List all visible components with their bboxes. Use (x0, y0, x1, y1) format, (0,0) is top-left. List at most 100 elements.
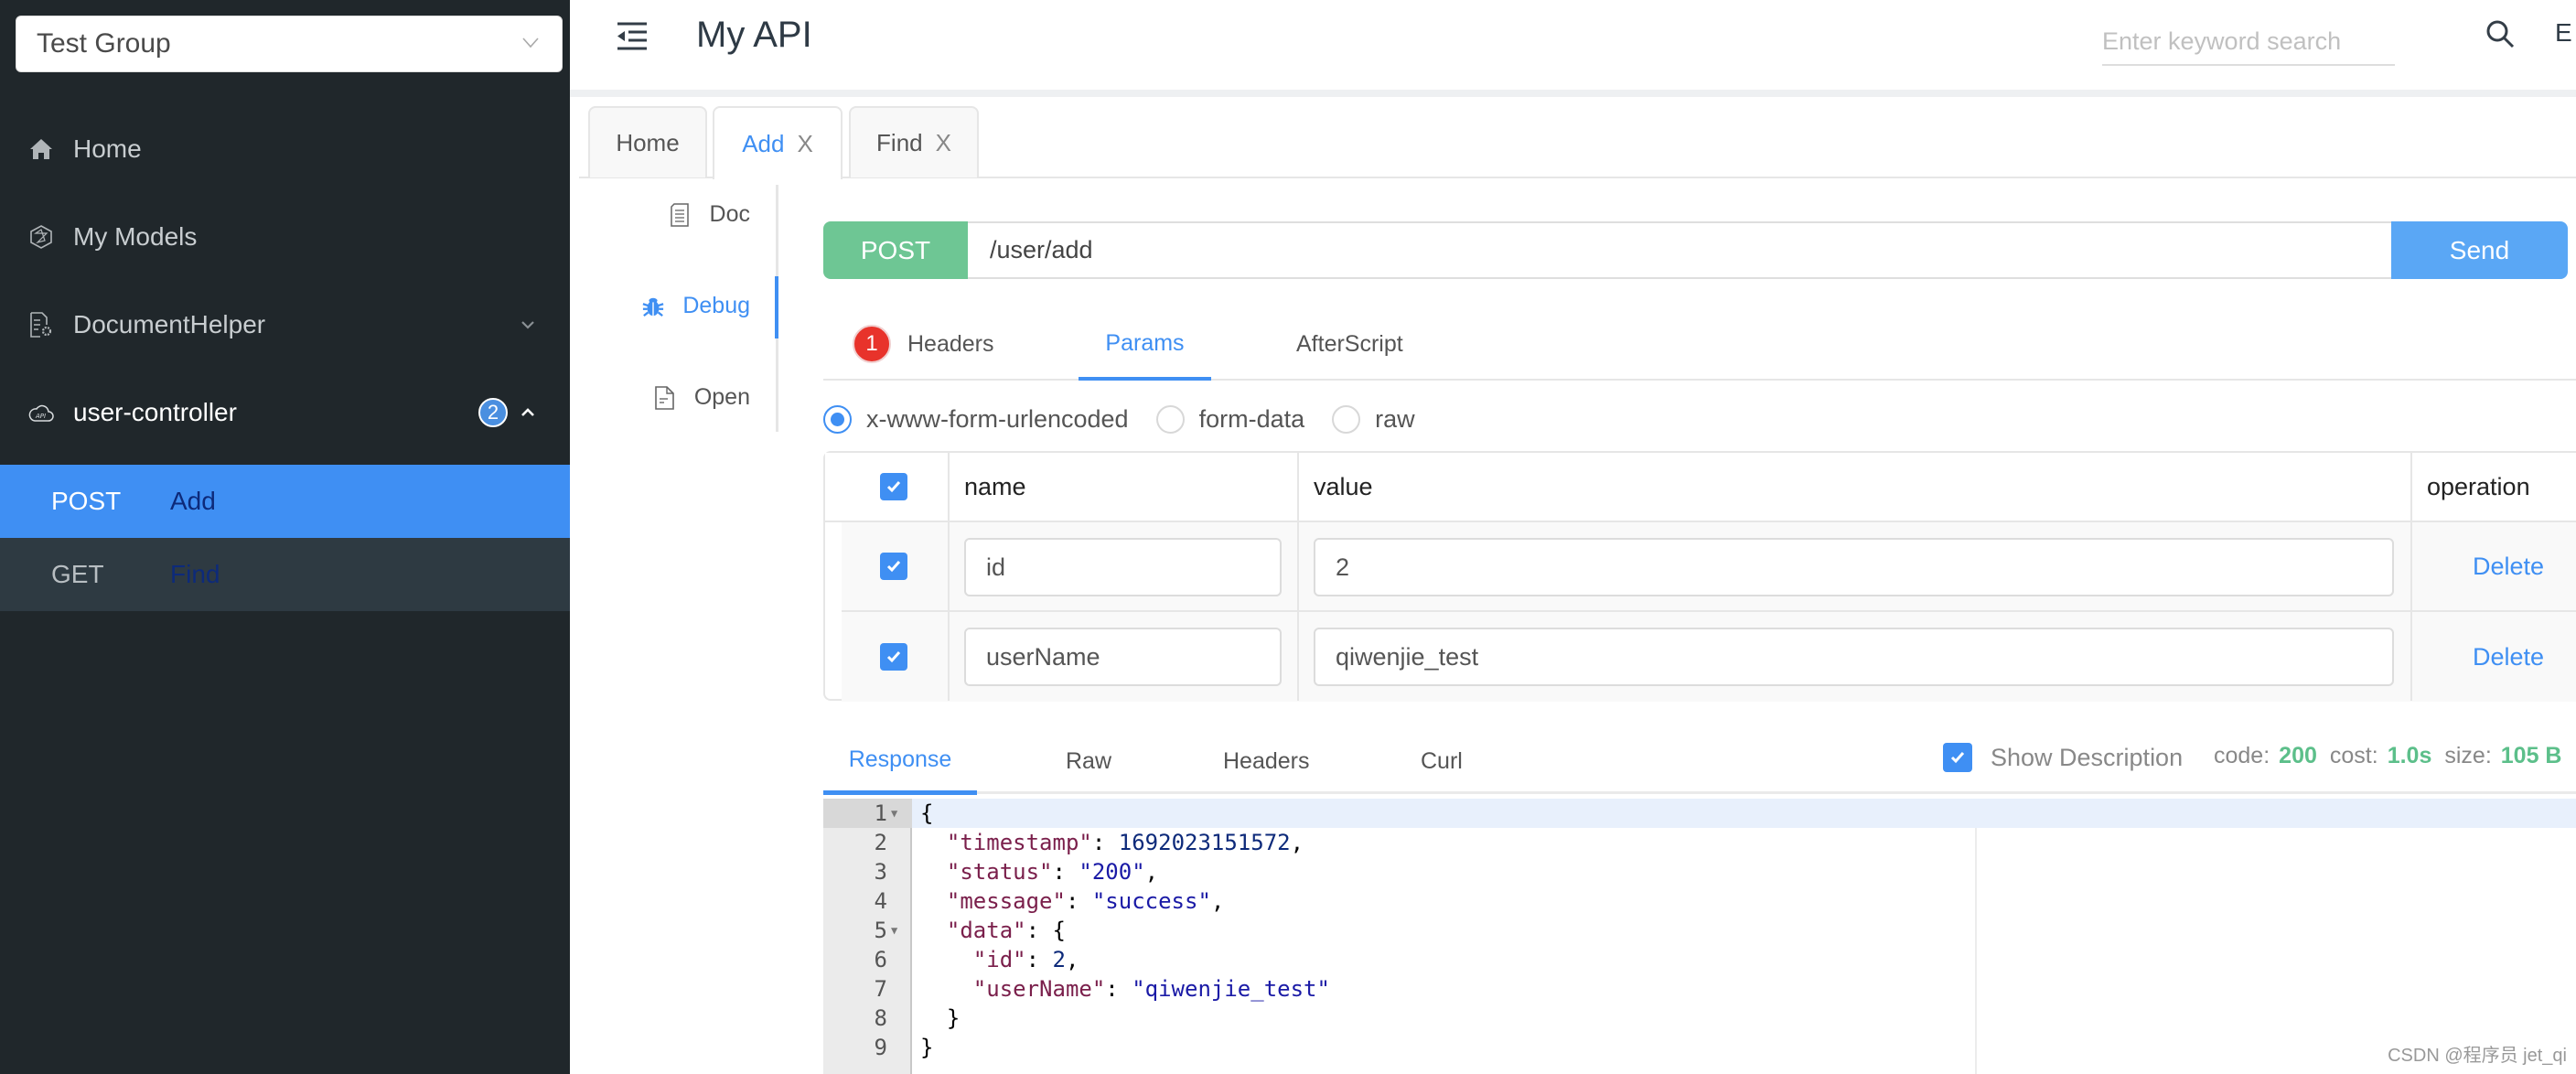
tab-response-headers[interactable]: Headers (1223, 728, 1310, 794)
json-data-username: "qiwenjie_test" (1132, 976, 1330, 1002)
code-line: } (920, 1005, 961, 1031)
line-number: 4 (874, 888, 887, 914)
body-type-group: x-www-form-urlencoded form-data raw (823, 401, 1443, 437)
column-header-name: name (964, 472, 1026, 500)
fold-arrow-icon[interactable]: ▼ (891, 916, 904, 945)
delete-link[interactable]: Delete (2473, 643, 2544, 671)
radio-dot[interactable] (823, 404, 852, 434)
chevron-down-icon (522, 38, 539, 48)
sidebar-item-document-helper[interactable]: DocumentHelper (0, 281, 570, 369)
sidebar-item-label: Home (73, 134, 142, 163)
subnav-open[interactable]: Open (654, 384, 750, 411)
group-select[interactable]: Test Group (16, 16, 563, 72)
language-button[interactable]: E (2555, 18, 2572, 48)
param-value-field[interactable] (1314, 628, 2394, 686)
sidebar-item-user-controller[interactable]: API user-controller 2 (0, 369, 570, 456)
code-line: "data": { (946, 918, 1066, 943)
param-name-field[interactable] (964, 628, 1282, 686)
column-header-operation: operation (2427, 472, 2530, 500)
home-icon (28, 136, 54, 162)
code-line: "timestamp": 1692023151572, (946, 830, 1304, 855)
row-checkbox[interactable] (880, 522, 907, 610)
tab-label: Headers (907, 330, 994, 357)
tab-raw[interactable]: Raw (1066, 728, 1111, 794)
method-select[interactable]: POST (823, 221, 968, 279)
tab-response[interactable]: Response (823, 728, 977, 795)
tab-params[interactable]: Params (1079, 309, 1211, 381)
radio-raw[interactable]: raw (1332, 404, 1415, 434)
delete-link[interactable]: Delete (2473, 553, 2544, 581)
check-icon (1950, 752, 1965, 764)
collapse-menu-icon[interactable] (616, 20, 649, 53)
tab-label: Add (742, 129, 785, 157)
search-icon[interactable] (2485, 18, 2516, 49)
header-divider (570, 90, 2576, 97)
radio-dot[interactable] (1155, 404, 1185, 434)
sidebar-item-home[interactable]: Home (0, 105, 570, 193)
tab-headers[interactable]: 1 Headers (853, 309, 994, 379)
line-number: 5 (874, 918, 887, 943)
code-line: } (920, 1035, 934, 1060)
radio-x-www-form-urlencoded[interactable]: x-www-form-urlencoded (823, 404, 1129, 434)
sidebar-item-my-models[interactable]: My Models (0, 193, 570, 281)
radio-form-data[interactable]: form-data (1155, 404, 1305, 434)
url-input[interactable] (990, 236, 2391, 264)
table-row: Delete (842, 612, 2576, 702)
row-checkbox[interactable] (880, 612, 907, 702)
document-settings-icon (28, 312, 54, 338)
select-all-checkbox[interactable] (880, 453, 907, 521)
tab-afterscript[interactable]: AfterScript (1296, 309, 1403, 379)
group-select-value: Test Group (37, 28, 171, 59)
code-line: { (920, 800, 934, 826)
request-tabs: 1 Headers Params AfterScript (823, 309, 2576, 381)
subnav-label: Debug (682, 293, 750, 318)
chevron-up-icon (521, 408, 534, 416)
radio-label: x-www-form-urlencoded (866, 404, 1129, 433)
search-field[interactable] (2102, 18, 2395, 66)
response-editor[interactable]: 1 ▼ 2 3 4 5 ▼ 6 7 8 9 { "timestamp": 169… (823, 799, 2576, 1074)
subnav-label: Doc (709, 201, 750, 227)
checkbox[interactable] (880, 643, 907, 671)
show-description-label: Show Description (1991, 743, 2184, 771)
top-header: My API E (570, 0, 2576, 90)
models-icon (28, 224, 54, 250)
tab-label: Find (876, 128, 923, 156)
tab-add[interactable]: Add X (713, 106, 843, 179)
api-method: GET (51, 560, 104, 588)
sidebar-api-find[interactable]: GET Find (0, 538, 570, 611)
line-number: 8 (874, 1005, 887, 1031)
sidebar-api-add[interactable]: POST Add (0, 465, 570, 538)
subnav-doc[interactable]: Doc (670, 201, 750, 228)
code-line: "status": "200", (946, 859, 1159, 885)
param-name-field[interactable] (964, 538, 1282, 596)
radio-dot[interactable] (1332, 404, 1361, 434)
json-message: "success" (1091, 888, 1211, 914)
tab-home[interactable]: Home (588, 106, 707, 177)
sidebar: Test Group Home My Models DocumentHelper… (0, 0, 570, 1074)
close-icon[interactable]: X (797, 130, 812, 158)
subnav-debug[interactable]: Debug (642, 293, 750, 319)
search-input[interactable] (2102, 27, 2395, 56)
param-name-input[interactable] (986, 553, 1280, 582)
cloud-api-icon: API (28, 400, 54, 425)
param-name-input[interactable] (986, 642, 1280, 671)
checkbox[interactable] (880, 473, 907, 500)
show-description-toggle[interactable]: Show Description (1943, 743, 2183, 772)
param-value-input[interactable] (1336, 642, 2392, 671)
param-value-input[interactable] (1336, 553, 2392, 582)
cost-label: cost: (2329, 743, 2378, 768)
fold-arrow-icon[interactable]: ▼ (891, 799, 904, 828)
tab-find[interactable]: Find X (849, 106, 979, 177)
radio-label: form-data (1198, 404, 1305, 433)
tab-label: Headers (1223, 747, 1310, 774)
param-value-field[interactable] (1314, 538, 2394, 596)
url-field[interactable] (968, 221, 2391, 279)
tab-curl[interactable]: Curl (1421, 728, 1463, 794)
checkbox[interactable] (880, 553, 907, 580)
print-margin (1975, 828, 1977, 1074)
tab-label: Params (1105, 329, 1185, 356)
api-name: Find (170, 560, 220, 588)
send-button[interactable]: Send (2391, 221, 2568, 279)
close-icon[interactable]: X (936, 129, 951, 157)
checkbox[interactable] (1943, 743, 1972, 772)
